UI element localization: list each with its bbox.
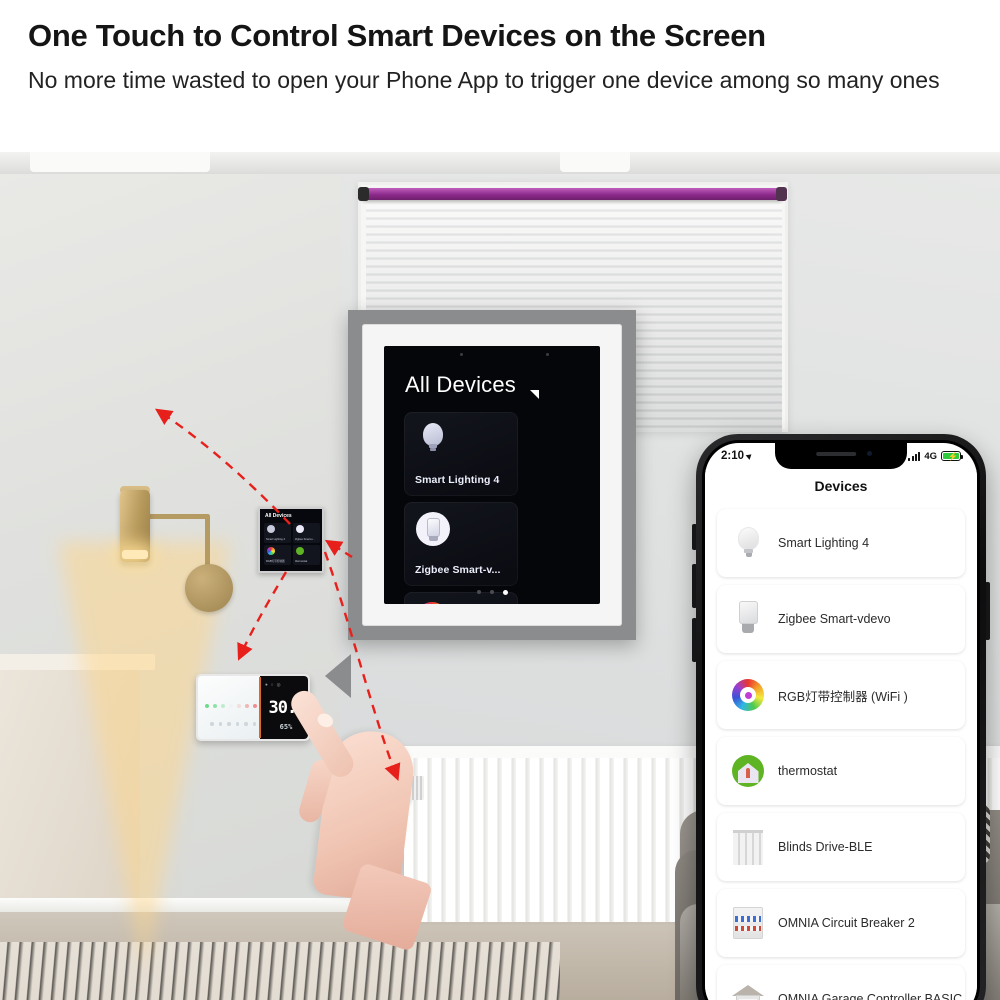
blind-rod [360,188,784,200]
timer-icon: ◎ [276,682,281,687]
lamp-wall-plate [185,564,233,612]
mini-tile-label: Zigbee Smart-v... [295,538,315,541]
nav-bar: Devices [705,469,977,503]
status-right: 4G ⚡ [908,450,963,462]
list-item[interactable]: RGB灯带控制器 (WiFi ) [717,661,965,729]
panel-sensor-dot [546,353,549,356]
page-dot-active[interactable] [502,590,508,595]
blind-rod-cap-left [358,187,369,201]
mini-tile-label: thermostat [295,560,308,563]
page-subtitle: No more time wasted to open your Phone A… [28,66,940,93]
ceiling-block [30,152,210,172]
page-dot[interactable] [476,590,481,594]
thermostat-led-row [205,704,265,708]
mini-tile-label: Smart Lighting 4 [266,538,285,541]
circuit-breaker-icon [727,902,769,944]
device-name: OMNIA Garage Controller BASIC [778,992,963,1000]
panel-tile-label: Smart Lighting 4 [415,474,500,486]
promo-page: One Touch to Control Smart Devices on th… [0,0,1000,1000]
phone-bezel: 2:10 4G ⚡ Devices Smart Lighting 4 Zigbe… [702,440,980,1000]
network-type: 4G [924,450,937,462]
clock-icon: ○ [270,682,274,687]
rgb-ring-icon [416,602,450,604]
panel-pagination-dots[interactable] [384,590,600,595]
mini-tile-zigbee[interactable]: Zigbee Smart-v... [293,523,320,543]
battery-charging-icon: ⚡ [941,451,963,461]
mini-tile-rgb[interactable]: RGB灯带控制器 [264,545,291,565]
thermostat-touch-area[interactable] [198,676,265,739]
mini-tile-thermostat[interactable]: thermostat [293,545,320,565]
pointing-hand [286,677,434,952]
mini-tile-grid: Smart Lighting 4 Zigbee Smart-v... RGB灯带… [264,523,322,565]
triangle-caret-icon[interactable] [530,390,539,399]
bulb-icon [416,422,450,456]
mini-tile-label: RGB灯带控制器 [266,560,285,563]
lamp-glow [122,550,148,559]
panel-screen[interactable]: All Devices Smart Lighting 4 Zigbee Smar… [384,346,600,604]
device-name: Blinds Drive-BLE [778,840,873,854]
plug-icon [296,525,304,533]
blinds-icon [727,826,769,868]
signal-bars-icon [908,451,921,461]
device-name: Zigbee Smart-vdevo [778,612,891,626]
mini-tile-smart-lighting[interactable]: Smart Lighting 4 [264,523,291,543]
panel-camera-dot [460,353,463,356]
list-item[interactable]: thermostat [717,737,965,805]
rgb-ring-icon [267,547,275,555]
panel-tile-grid: Smart Lighting 4 Zigbee Smart-v... [404,412,582,604]
header: One Touch to Control Smart Devices on th… [0,0,1000,152]
list-item[interactable]: OMNIA Circuit Breaker 2 [717,889,965,957]
ceiling-block [560,152,630,172]
device-name: OMNIA Circuit Breaker 2 [778,916,915,930]
page-dot[interactable] [489,590,494,594]
device-name: RGB灯带控制器 (WiFi ) [778,689,908,704]
panel-tile-smart-lighting[interactable]: Smart Lighting 4 [404,412,518,496]
fingernail [315,710,336,730]
list-item[interactable]: OMNIA Garage Controller BASIC [717,965,965,1000]
page-title: One Touch to Control Smart Devices on th… [28,18,766,53]
mini-panel-screen[interactable]: All Devices Smart Lighting 4 Zigbee Smar… [260,509,322,571]
wifi-icon: ● [265,682,268,687]
nav-title: Devices [814,478,868,494]
rgb-ring-icon [727,674,769,716]
plug-icon [416,512,450,546]
list-item[interactable]: Zigbee Smart-vdevo [717,585,965,653]
status-time: 2:10 [721,450,754,462]
panel-bezel: All Devices Smart Lighting 4 Zigbee Smar… [362,324,622,626]
thermostat-icon [727,750,769,792]
bulb-icon [727,522,769,564]
lamp-arm-horizontal [148,514,210,519]
plug-icon [727,598,769,640]
blind-rod-cap-right [776,187,787,201]
bulb-icon [267,525,275,533]
mini-panel-title: All Devices [265,513,292,519]
smartphone: 2:10 4G ⚡ Devices Smart Lighting 4 Zigbe… [696,434,986,1000]
panel-tile-label: Zigbee Smart-v... [415,564,501,576]
phone-screen[interactable]: 2:10 4G ⚡ Devices Smart Lighting 4 Zigbe… [705,443,977,1000]
panel-tile-zigbee-smart[interactable]: Zigbee Smart-v... [404,502,518,586]
thermostat-accent-divider [259,677,261,738]
room-scene: All Devices Smart Lighting 4 Zigbee Smar… [0,152,1000,1000]
thermostat-icon [296,547,304,555]
list-item[interactable]: Blinds Drive-BLE [717,813,965,881]
list-item[interactable]: Smart Lighting 4 [717,509,965,577]
panel-title: All Devices [405,372,517,397]
status-bar: 2:10 4G ⚡ [705,443,977,469]
garage-door-icon [727,978,769,1000]
device-name: Smart Lighting 4 [778,536,870,550]
device-list[interactable]: Smart Lighting 4 Zigbee Smart-vdevo RGB灯… [705,503,977,1000]
wall-touch-panel[interactable]: All Devices Smart Lighting 4 Zigbee Smar… [348,310,636,640]
device-name: thermostat [778,764,838,778]
mini-wall-panel[interactable]: All Devices Smart Lighting 4 Zigbee Smar… [258,507,324,573]
location-arrow-icon [745,452,754,460]
thermostat-button-row[interactable] [210,722,256,726]
